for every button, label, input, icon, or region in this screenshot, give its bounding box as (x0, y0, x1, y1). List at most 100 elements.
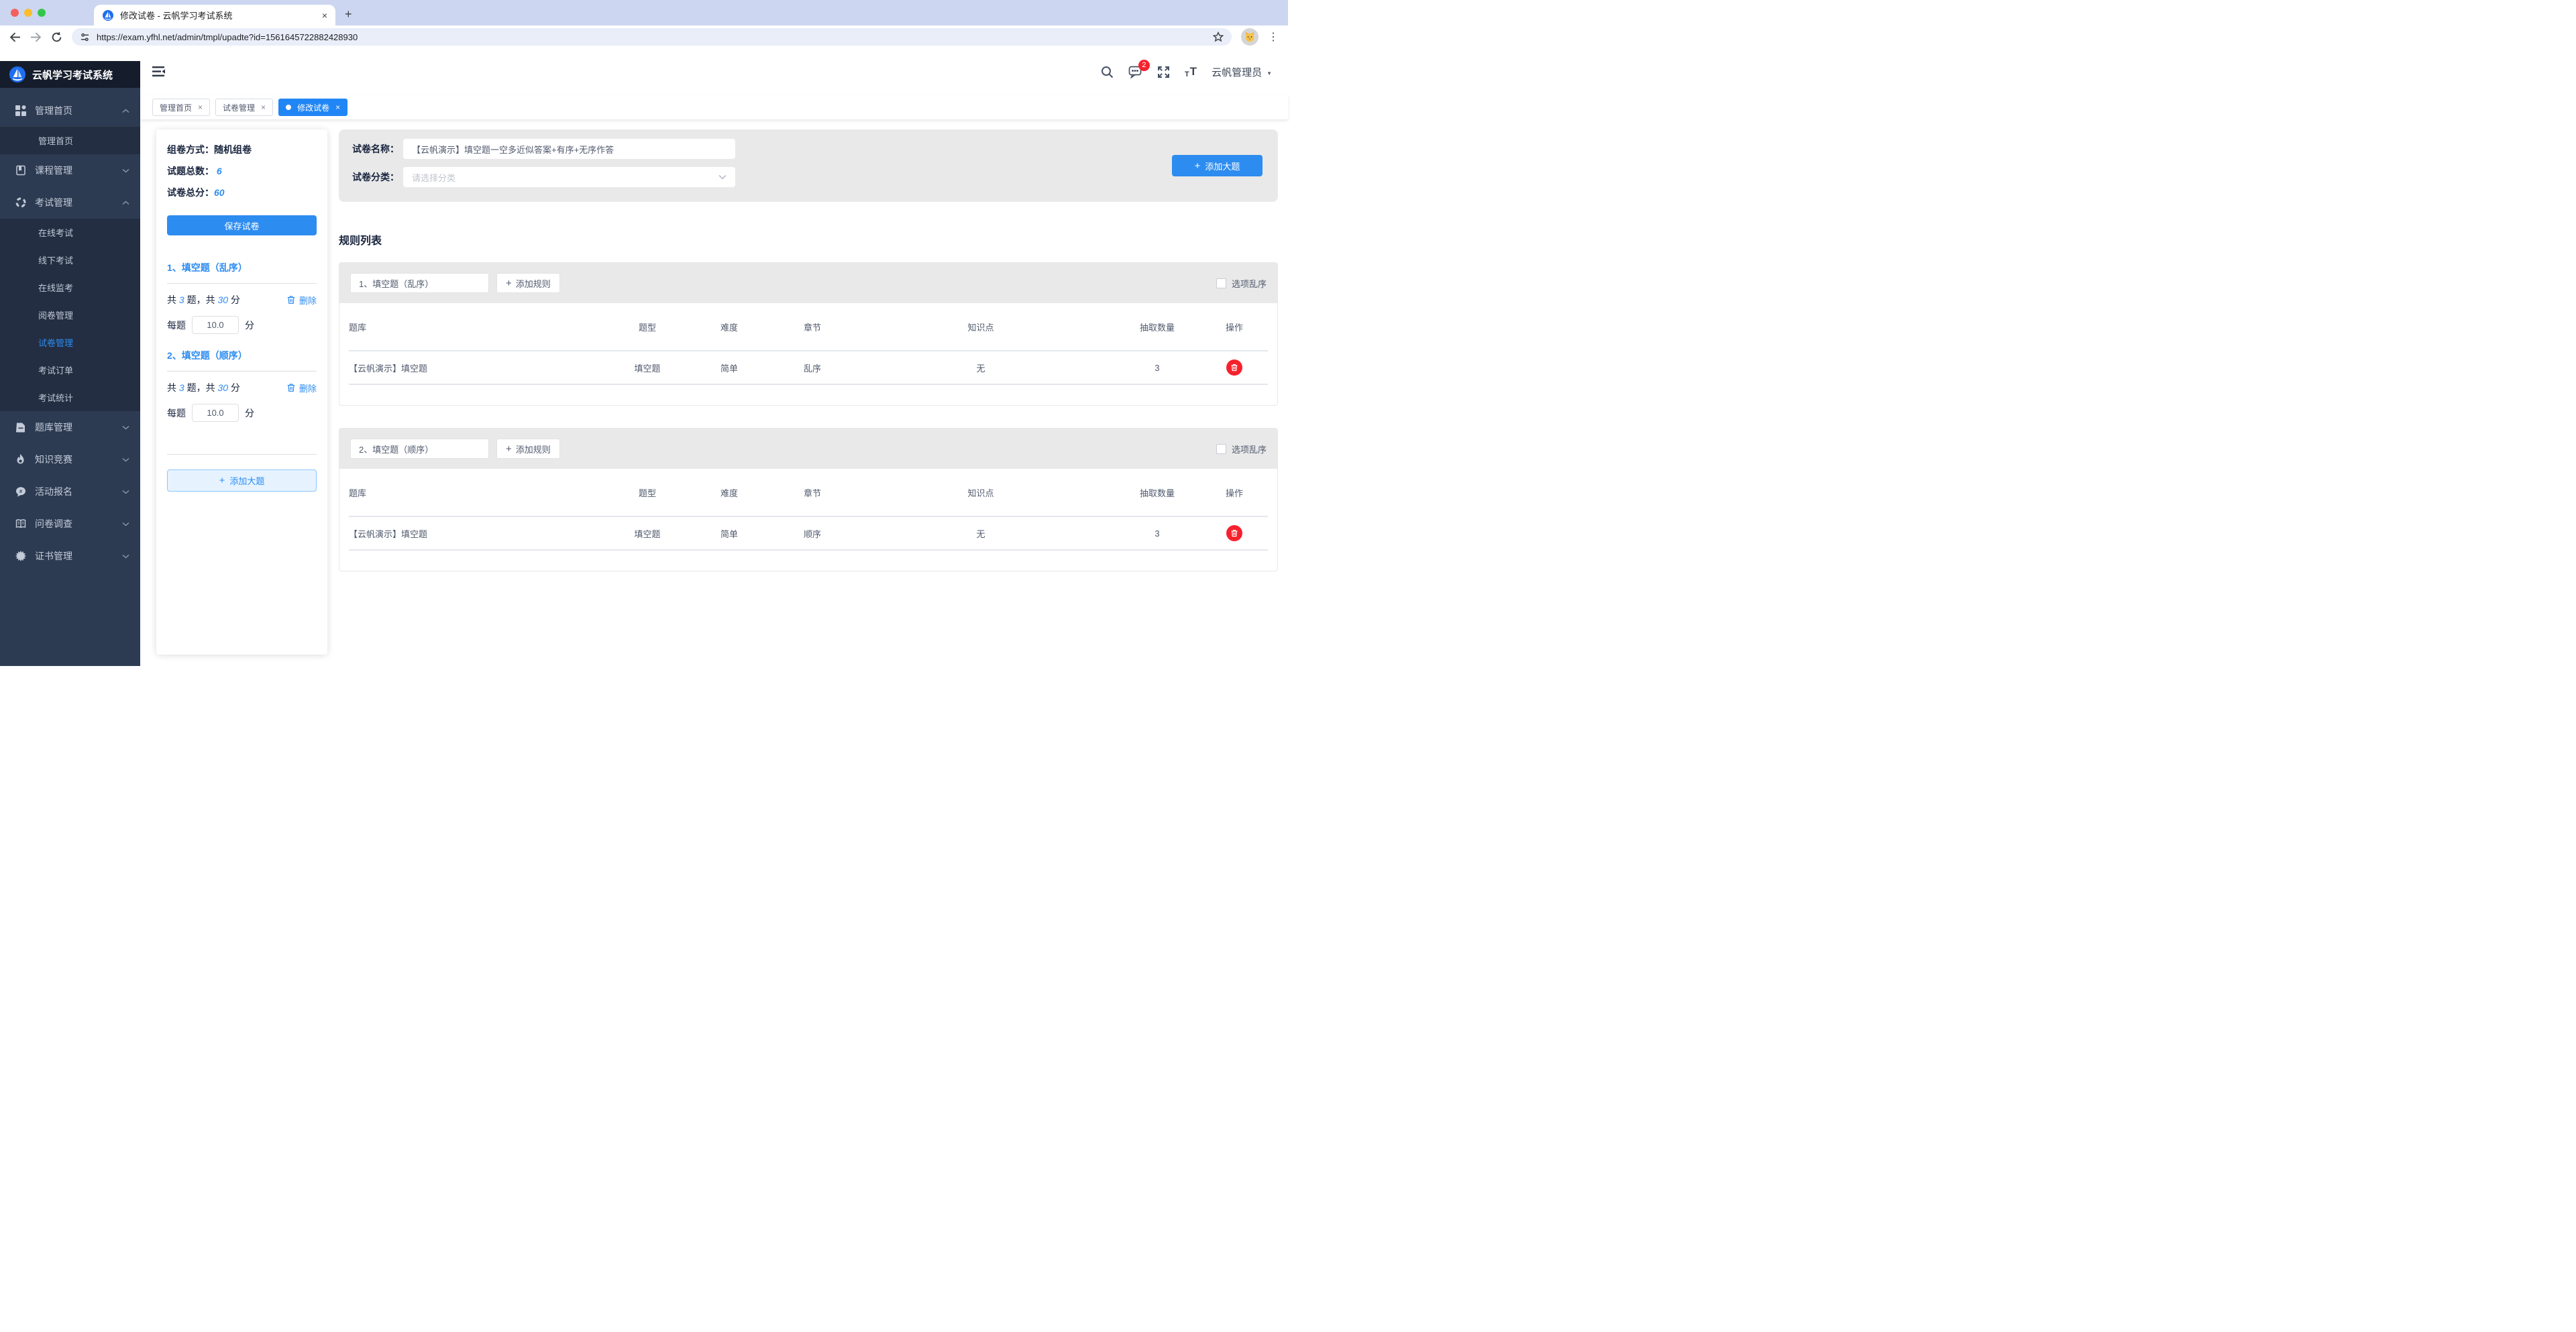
paper-form-panel: 试卷名称： 试卷分类： 请选择分类 + 添加大题 (339, 129, 1278, 202)
delete-label: 删除 (299, 294, 317, 307)
delete-rule-button[interactable] (1226, 525, 1242, 541)
sidebar-item-certificate[interactable]: 证书管理 (0, 540, 140, 572)
user-menu[interactable]: 云帆管理员 ▼ (1212, 65, 1272, 79)
reload-icon[interactable] (51, 32, 62, 43)
rule-card-1-table: 题库 题型 难度 章节 知识点 抽取数量 操作 【云帆演示】填空题 填空题 简单 (339, 303, 1277, 405)
tab-close-icon[interactable]: × (261, 103, 266, 112)
sidebar-item-activity-signup[interactable]: # 活动报名 (0, 476, 140, 508)
cell-chapter: 乱序 (761, 362, 864, 374)
page-tabbar: 管理首页 × 试卷管理 × 修改试卷 × (140, 95, 1288, 119)
plus-icon: + (506, 278, 512, 289)
sidebar-item-admin-home[interactable]: 管理首页 (0, 95, 140, 127)
sidebar-item-course[interactable]: 课程管理 (0, 154, 140, 186)
sidebar-item-question-bank[interactable]: 题库管理 (0, 411, 140, 443)
sidebar-subitem-exam-orders[interactable]: 考试订单 (0, 356, 140, 384)
rule-card-2-shuffle-option: 选项乱序 (1216, 443, 1267, 455)
per-label: 每题 (167, 319, 186, 332)
paper-category-select[interactable]: 请选择分类 (403, 167, 735, 187)
messages-icon[interactable]: 2 (1128, 66, 1142, 78)
shuffle-label: 选项乱序 (1232, 443, 1267, 455)
add-section-button[interactable]: + 添加大题 (167, 469, 317, 492)
trash-icon (1230, 364, 1238, 372)
tab-close-icon[interactable]: × (335, 103, 340, 112)
search-icon[interactable] (1101, 66, 1114, 78)
section-1-stats: 共 3 题，共 30 分 删除 (167, 293, 317, 307)
section-2-delete-link[interactable]: 删除 (286, 382, 317, 394)
fullscreen-icon[interactable] (1157, 66, 1170, 78)
col-actions: 操作 (1217, 321, 1252, 333)
sidebar-subitem-paper-management[interactable]: 试卷管理 (0, 329, 140, 356)
browser-menu-icon[interactable]: ⋮ (1268, 30, 1279, 44)
section-2-stats: 共 3 题，共 30 分 删除 (167, 381, 317, 394)
paper-category-row: 试卷分类： 请选择分类 (339, 167, 1278, 187)
sidebar-subitem-offline-exam[interactable]: 线下考试 (0, 246, 140, 274)
rule-card-1: + 添加规则 选项乱序 题库 题型 难度 章节 (339, 262, 1278, 406)
section-2-title[interactable]: 2、填空题（顺序） (167, 349, 317, 362)
sidebar-subitem-admin-home[interactable]: 管理首页 (0, 127, 140, 154)
window-close-button[interactable] (11, 9, 19, 17)
rule-card-2: + 添加规则 选项乱序 题库 题型 难度 章节 (339, 428, 1278, 571)
font-size-icon[interactable]: TT (1185, 65, 1197, 78)
sidebar-logo[interactable]: 云帆学习考试系统 (0, 61, 140, 88)
table-row: 【云帆演示】填空题 填空题 简单 顺序 无 3 (349, 517, 1268, 551)
chevron-up-icon (122, 109, 129, 113)
window-zoom-button[interactable] (38, 9, 46, 17)
add-major-question-button[interactable]: + 添加大题 (1172, 155, 1263, 176)
browser-tab-strip: 修改试卷 - 云帆学习考试系统 × + (0, 0, 1288, 25)
sidebar-subitem-exam-stats[interactable]: 考试统计 (0, 384, 140, 411)
sidebar-item-knowledge-contest[interactable]: 知识竞赛 (0, 443, 140, 476)
section-1-per-score: 每题 分 (167, 316, 317, 334)
sidebar-collapse-icon[interactable] (152, 66, 166, 78)
forward-icon[interactable] (30, 32, 42, 43)
back-icon[interactable] (9, 32, 21, 43)
section-1-score-input[interactable] (192, 316, 239, 334)
sidebar-subitem-online-exam[interactable]: 在线考试 (0, 219, 140, 246)
shuffle-checkbox[interactable] (1216, 278, 1226, 288)
save-paper-button[interactable]: 保存试卷 (167, 215, 317, 235)
bookmark-star-icon[interactable] (1213, 32, 1224, 42)
shuffle-checkbox[interactable] (1216, 444, 1226, 454)
sidebar-subitem-online-proctor[interactable]: 在线监考 (0, 274, 140, 301)
section-2-score-input[interactable] (192, 404, 239, 422)
section-1-title[interactable]: 1、填空题（乱序） (167, 261, 317, 274)
col-chapter: 章节 (761, 321, 864, 333)
site-settings-icon[interactable] (80, 32, 90, 42)
browser-profile-avatar[interactable] (1241, 28, 1258, 46)
sidebar-subitem-marking[interactable]: 阅卷管理 (0, 301, 140, 329)
paper-name-input[interactable] (403, 139, 735, 159)
cell-knowledge: 无 (864, 527, 1097, 540)
sidebar-item-label: 课程管理 (35, 164, 113, 177)
browser-tab[interactable]: 修改试卷 - 云帆学习考试系统 × (94, 5, 335, 25)
main-area: 2 TT 云帆管理员 ▼ 管理首页 × 试卷管理 (140, 48, 1288, 666)
sidebar-item-survey[interactable]: 问卷调查 (0, 508, 140, 540)
rule-card-2-table: 题库 题型 难度 章节 知识点 抽取数量 操作 【云帆演示】填空题 填空题 简单 (339, 469, 1277, 571)
rule-card-1-shuffle-option: 选项乱序 (1216, 277, 1267, 290)
paper-summary-card: 组卷方式：随机组卷 试题总数： 6 试卷总分：60 保存试卷 1、填空题（乱序）… (156, 129, 327, 655)
address-bar[interactable]: https://exam.yfhl.net/admin/tmpl/upadte?… (72, 28, 1232, 46)
url-text[interactable]: https://exam.yfhl.net/admin/tmpl/upadte?… (97, 32, 1206, 42)
col-knowledge: 知识点 (864, 486, 1097, 499)
browser-toolbar: https://exam.yfhl.net/admin/tmpl/upadte?… (0, 25, 1288, 48)
delete-rule-button[interactable] (1226, 359, 1242, 376)
rule-card-1-name-input[interactable] (350, 273, 489, 293)
page-tab-edit-paper[interactable]: 修改试卷 × (278, 99, 347, 116)
tab-close-icon[interactable]: × (198, 103, 203, 112)
page-tab-paper-management[interactable]: 试卷管理 × (215, 99, 273, 116)
sidebar-item-exam[interactable]: 考试管理 (0, 186, 140, 219)
chevron-down-icon (122, 554, 129, 559)
chevron-down-icon (718, 174, 727, 180)
window-minimize-button[interactable] (24, 9, 32, 17)
rule-card-1-add-rule-button[interactable]: + 添加规则 (496, 273, 560, 293)
section-1-delete-link[interactable]: 删除 (286, 294, 317, 307)
sidebar-submenu-exam: 在线考试 线下考试 在线监考 阅卷管理 试卷管理 考试订单 考试统计 (0, 219, 140, 411)
sidebar-item-label: 考试管理 (35, 196, 113, 209)
method-row: 组卷方式：随机组卷 (167, 143, 317, 156)
tab-close-icon[interactable]: × (322, 10, 327, 21)
new-tab-button[interactable]: + (345, 7, 352, 21)
total-score-row: 试卷总分：60 (167, 186, 317, 199)
cell-type: 填空题 (597, 527, 698, 540)
rule-card-2-name-input[interactable] (350, 439, 489, 459)
page-tab-admin-home[interactable]: 管理首页 × (152, 99, 210, 116)
rule-card-2-add-rule-button[interactable]: + 添加规则 (496, 439, 560, 459)
col-count: 抽取数量 (1097, 321, 1217, 333)
